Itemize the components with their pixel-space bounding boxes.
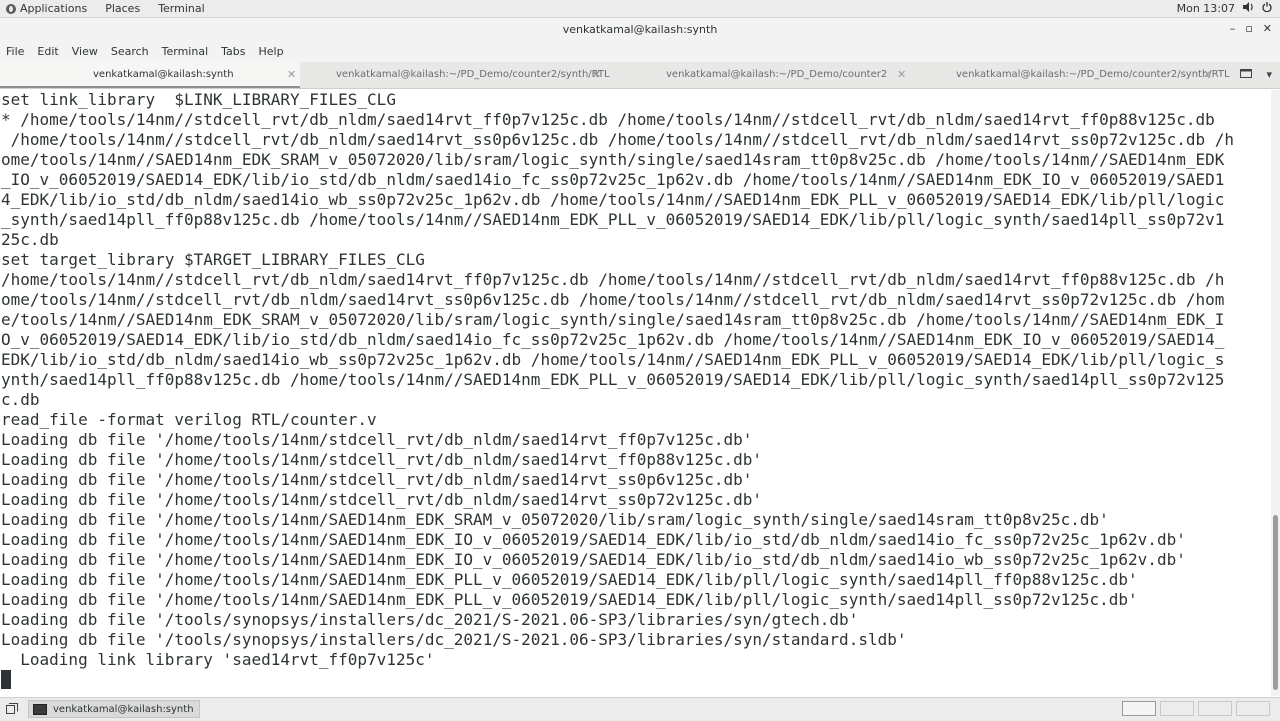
menu-view[interactable]: View: [66, 42, 105, 62]
terminal-line: Loading db file '/home/tools/14nm/SAED14…: [1, 570, 1138, 589]
menu-help[interactable]: Help: [253, 42, 291, 62]
terminal-line: Loading db file '/home/tools/14nm/stdcel…: [1, 430, 753, 449]
terminal-line: * /home/tools/14nm//stdcell_rvt/db_nldm/…: [1, 110, 1215, 129]
terminal-line: Loading db file '/tools/synopsys/install…: [1, 630, 907, 649]
terminal-line: set target_library $TARGET_LIBRARY_FILES…: [1, 250, 425, 269]
tab-bar: venkatkamal@kailash:synth ✕ venkatkamal@…: [0, 62, 1280, 89]
terminal-line: Loading db file '/home/tools/14nm/SAED14…: [1, 550, 1186, 569]
volume-icon[interactable]: [1243, 1, 1254, 16]
tab-label: venkatkamal@kailash:synth: [93, 69, 234, 80]
terminal-line: O_v_06052019/SAED14_EDK/lib/io_std/db_nl…: [1, 330, 1225, 349]
terminal-line: 25c.db: [1, 230, 59, 249]
menu-edit[interactable]: Edit: [31, 42, 65, 62]
terminal-line: /home/tools/14nm//stdcell_rvt/db_nldm/sa…: [1, 270, 1225, 289]
taskbar-window-button[interactable]: venkatkamal@kailash:synth: [28, 700, 200, 718]
workspace-2[interactable]: [1160, 701, 1194, 716]
tab-label: venkatkamal@kailash:~/PD_Demo/counter2: [666, 69, 888, 80]
terminal-line: ome/tools/14nm//SAED14nm_EDK_SRAM_v_0507…: [1, 150, 1225, 169]
power-icon[interactable]: [1262, 1, 1272, 16]
close-icon[interactable]: ✕: [1263, 22, 1272, 35]
text-cursor: [1, 670, 11, 689]
top-panel: Applications Places Terminal Mon 13:07: [0, 0, 1280, 18]
tab-rtl[interactable]: venkatkamal@kailash:~/PD_Demo/counter2/s…: [300, 62, 610, 88]
terminal-line: Loading db file '/home/tools/14nm/SAED14…: [1, 510, 1109, 529]
tab-synth[interactable]: venkatkamal@kailash:synth ✕: [0, 62, 300, 88]
terminal-line: Loading db file '/tools/synopsys/install…: [1, 610, 859, 629]
terminal-line: ome/tools/14nm//stdcell_rvt/db_nldm/saed…: [1, 290, 1225, 309]
distro-logo-icon: [6, 3, 16, 14]
applications-menu[interactable]: Applications: [20, 1, 87, 16]
terminal-scrollbar[interactable]: [1271, 90, 1280, 696]
new-tab-icon[interactable]: [1240, 68, 1253, 81]
tab-close-icon[interactable]: ✕: [897, 68, 906, 81]
workspace-3[interactable]: [1198, 701, 1232, 716]
maximize-icon[interactable]: ▫: [1245, 22, 1252, 35]
menu-terminal[interactable]: Terminal: [156, 42, 216, 62]
clock[interactable]: Mon 13:07: [1177, 1, 1235, 16]
tab-close-icon[interactable]: ✕: [287, 68, 296, 81]
window-title: venkatkamal@kailash:synth: [562, 23, 718, 36]
taskbar-window-label: venkatkamal@kailash:synth: [53, 703, 194, 715]
terminal-line: ynth/saed14pll_ff0p88v125c.db /home/tool…: [1, 370, 1225, 389]
terminal-icon: [33, 703, 47, 715]
terminal-line: _IO_v_06052019/SAED14_EDK/lib/io_std/db_…: [1, 170, 1225, 189]
tab-rtl-2[interactable]: venkatkamal@kailash:~/PD_Demo/counter2/s…: [910, 62, 1230, 88]
scrollbar-thumb[interactable]: [1273, 515, 1278, 690]
terminal-line: read_file -format verilog RTL/counter.v: [1, 410, 377, 429]
terminal-line: Loading db file '/home/tools/14nm/stdcel…: [1, 470, 753, 489]
menu-search[interactable]: Search: [105, 42, 156, 62]
tab-close-icon[interactable]: ✕: [592, 68, 601, 81]
places-menu[interactable]: Places: [105, 1, 140, 16]
terminal-line: set link_library $LINK_LIBRARY_FILES_CLG: [1, 90, 396, 109]
terminal-app-menu[interactable]: Terminal: [158, 1, 205, 16]
bottom-panel: venkatkamal@kailash:synth: [0, 697, 1280, 721]
terminal-prompt-line: [1, 670, 1234, 690]
terminal-line: Loading link library 'saed14rvt_ff0p7v12…: [1, 650, 435, 669]
tab-close-icon[interactable]: ✕: [1203, 68, 1212, 81]
menu-bar: File Edit View Search Terminal Tabs Help: [0, 42, 1280, 62]
terminal-line: 4_EDK/lib/io_std/db_nldm/saed14io_wb_ss0…: [1, 190, 1225, 209]
workspace-1[interactable]: [1122, 701, 1156, 716]
tab-label: venkatkamal@kailash:~/PD_Demo/counter2/s…: [336, 69, 610, 80]
terminal-line: e/tools/14nm//SAED14nm_EDK_SRAM_v_050720…: [1, 310, 1225, 329]
window-titlebar[interactable]: venkatkamal@kailash:synth – ▫ ✕: [0, 18, 1280, 42]
terminal-line: Loading db file '/home/tools/14nm/stdcel…: [1, 490, 762, 509]
tabs-dropdown-icon[interactable]: ▾: [1266, 68, 1272, 81]
terminal-output[interactable]: set link_library $LINK_LIBRARY_FILES_CLG…: [0, 90, 1270, 696]
menu-tabs[interactable]: Tabs: [215, 42, 252, 62]
terminal-line: Loading db file '/home/tools/14nm/SAED14…: [1, 530, 1186, 549]
tab-counter2[interactable]: venkatkamal@kailash:~/PD_Demo/counter2 ✕: [610, 62, 910, 88]
menu-file[interactable]: File: [0, 42, 31, 62]
terminal-line: _synth/saed14pll_ff0p88v125c.db /home/to…: [1, 210, 1225, 229]
terminal-line: EDK/lib/io_std/db_nldm/saed14io_wb_ss0p7…: [1, 350, 1225, 369]
workspace-4[interactable]: [1236, 701, 1270, 716]
terminal-line: /home/tools/14nm//stdcell_rvt/db_nldm/sa…: [1, 130, 1234, 149]
terminal-line: Loading db file '/home/tools/14nm/SAED14…: [1, 590, 1138, 609]
tab-label: venkatkamal@kailash:~/PD_Demo/counter2/s…: [956, 69, 1230, 80]
terminal-line: c.db: [1, 390, 40, 409]
terminal-lines: set link_library $LINK_LIBRARY_FILES_CLG…: [1, 90, 1234, 690]
show-desktop-icon[interactable]: [6, 703, 18, 714]
minimize-icon[interactable]: –: [1230, 22, 1236, 35]
terminal-line: Loading db file '/home/tools/14nm/stdcel…: [1, 450, 762, 469]
